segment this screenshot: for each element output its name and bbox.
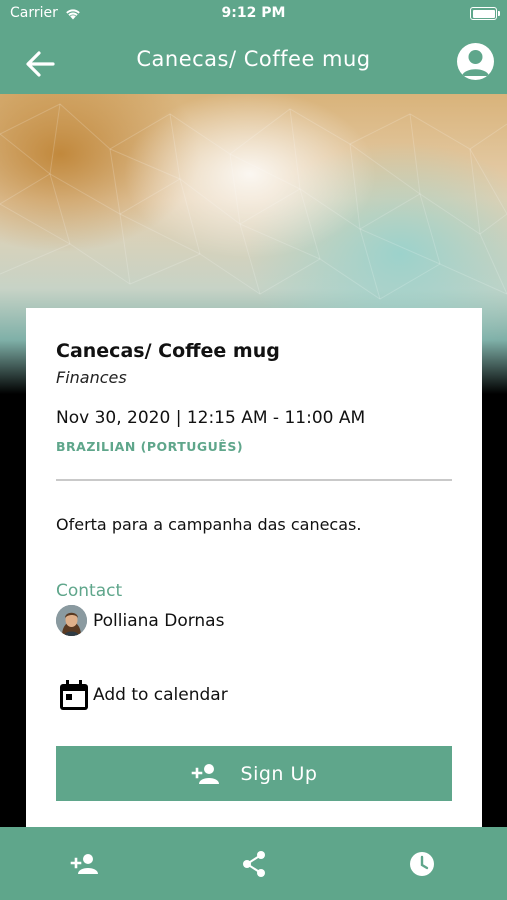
event-title: Canecas/ Coffee mug [56, 340, 280, 362]
event-category: Finances [56, 368, 127, 387]
profile-button[interactable] [457, 43, 494, 80]
event-description: Oferta para a campanha das canecas. [56, 515, 362, 534]
sign-up-label: Sign Up [240, 762, 318, 785]
bottom-tab-bar [0, 827, 507, 900]
tab-history[interactable] [404, 849, 440, 879]
tab-sign-up[interactable] [67, 849, 103, 879]
clock-time: 9:12 PM [221, 5, 286, 21]
clock-icon [410, 852, 434, 876]
sign-up-button[interactable]: Sign Up [56, 746, 452, 801]
account-circle-icon [462, 50, 489, 76]
nav-bar: Canecas/ Coffee mug [0, 28, 507, 94]
arrow-left-icon [26, 51, 55, 77]
back-button[interactable] [20, 46, 60, 82]
contact-label: Contact [56, 581, 123, 601]
page-title: Canecas/ Coffee mug [136, 47, 371, 71]
status-bar: Carrier 9:12 PM [0, 0, 507, 28]
divider [56, 479, 452, 481]
contact-avatar [56, 605, 87, 636]
calendar-icon [60, 680, 88, 710]
person-add-icon [70, 854, 98, 874]
battery-icon [470, 7, 500, 20]
contact-name: Polliana Dornas [93, 610, 225, 631]
tab-share[interactable] [236, 849, 272, 879]
event-language: BRAZILIAN (PORTUGUÊS) [56, 439, 244, 454]
event-datetime: Nov 30, 2020 | 12:15 AM - 11:00 AM [56, 408, 366, 428]
event-card: Canecas/ Coffee mug Finances Nov 30, 202… [26, 308, 482, 828]
share-icon [243, 851, 265, 877]
person-add-icon [191, 763, 219, 784]
contact-row[interactable]: Polliana Dornas [56, 605, 224, 636]
add-to-calendar-label: Add to calendar [93, 685, 228, 705]
add-to-calendar-button[interactable]: Add to calendar [57, 678, 228, 712]
contact-photo [56, 605, 87, 636]
